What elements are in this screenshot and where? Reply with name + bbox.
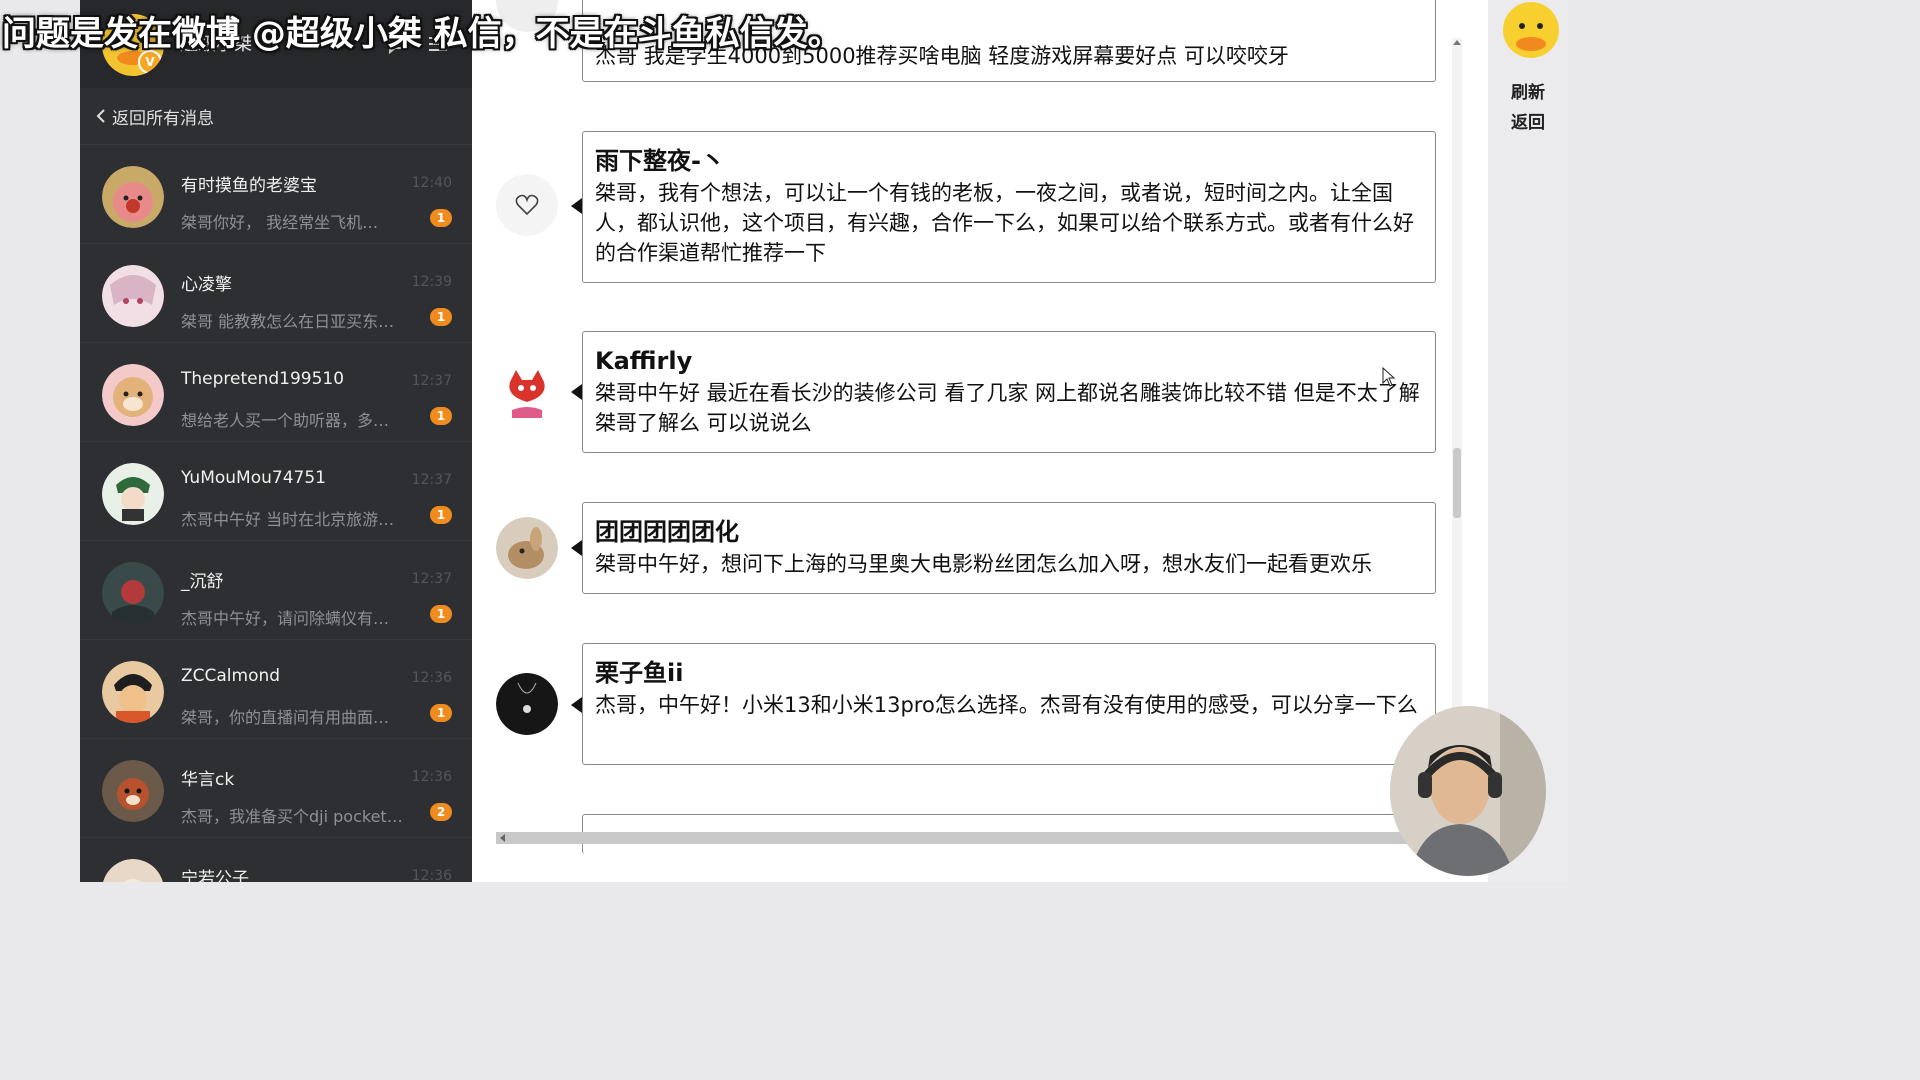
conversation-time: 12:40 xyxy=(411,175,452,191)
message-bubble: Kaffirly 桀哥中午好 最近在看长沙的装修公司 看了几家 网上都说名雕装饰… xyxy=(571,331,1436,453)
sender-avatar xyxy=(496,174,558,236)
conversation-item[interactable]: ZCCalmond 12:36 桀哥，你的直播间有用曲面… 1 xyxy=(80,640,472,739)
user-avatar xyxy=(102,265,164,327)
conversation-sidebar: V 超级小桀 返回所有消息 有时摸鱼的老婆宝 12:40 桀哥你好， 我经常坐飞… xyxy=(80,0,472,882)
sender-avatar xyxy=(496,517,558,579)
conversation-item[interactable]: 华言ck 12:36 杰哥，我准备买个dji pocket… 2 xyxy=(80,739,472,838)
return-button[interactable]: 返回 xyxy=(1488,108,1568,133)
unread-badge: 1 xyxy=(430,209,452,227)
duck-logo-icon xyxy=(1503,2,1559,58)
streamer-video-image xyxy=(1390,706,1546,876)
conversation-preview: 桀哥，你的直播间有用曲面… xyxy=(181,708,390,727)
message-text: 杰哥，中午好！小米13和小米13pro怎么选择。杰哥有没有使用的感受，可以分享一… xyxy=(595,693,1418,717)
conversation-time: 12:39 xyxy=(411,274,452,290)
conversation-preview: 桀哥你好， 我经常坐飞机… xyxy=(181,213,379,232)
conversation-name: 有时摸鱼的老婆宝 xyxy=(181,176,317,196)
conversation-time: 12:36 xyxy=(411,670,452,686)
scroll-up-arrow-icon[interactable] xyxy=(1453,40,1461,45)
back-label: 返回所有消息 xyxy=(112,108,214,129)
conversation-name: 心凌擎 xyxy=(181,275,232,295)
unread-badge: 2 xyxy=(430,803,452,821)
unread-badge: 1 xyxy=(430,407,452,425)
conversation-preview: 杰哥中午好 当时在北京旅游… xyxy=(181,510,395,529)
conversation-time: 12:36 xyxy=(411,769,452,785)
bubble-pointer xyxy=(571,697,582,713)
conversation-time: 12:37 xyxy=(411,571,452,587)
message-text: 桀哥中午好，想问下上海的马里奥大电影粉丝团怎么加入呀，想水友们一起看更欢乐 xyxy=(595,552,1372,576)
scroll-thumb[interactable] xyxy=(1453,448,1461,518)
user-avatar xyxy=(102,661,164,723)
unread-badge: 1 xyxy=(430,605,452,623)
message-sender[interactable]: 团团团团团化 xyxy=(595,515,1423,549)
conversation-list: 有时摸鱼的老婆宝 12:40 桀哥你好， 我经常坐飞机… 1 心凌擎 12:39… xyxy=(80,145,472,882)
conversation-name: 宁若公子 xyxy=(181,869,249,882)
user-avatar xyxy=(102,166,164,228)
message-text: 桀哥，我有个想法，可以让一个有钱的老板，一夜之间，或者说，短时间之内。让全国人，… xyxy=(595,181,1414,265)
conversation-preview: 桀哥 能教教怎么在日亚买东… xyxy=(181,312,395,331)
streamer-webcam xyxy=(1390,706,1546,876)
message-sender[interactable]: 栗子鱼ii xyxy=(595,656,1423,690)
message-sender[interactable]: Kaffirly xyxy=(595,344,1423,378)
bubble-pointer xyxy=(571,540,582,556)
sender-avatar xyxy=(496,362,558,424)
refresh-button[interactable]: 刷新 xyxy=(1488,78,1568,103)
conversation-name: Thepretend199510 xyxy=(181,369,345,389)
user-avatar xyxy=(102,859,164,882)
user-avatar xyxy=(102,562,164,624)
conversation-item[interactable]: Thepretend199510 12:37 想给老人买一个助听器，多… 1 xyxy=(80,343,472,442)
conversation-name: ZCCalmond xyxy=(181,666,281,686)
conversation-item[interactable]: 宁若公子 12:36 xyxy=(80,838,472,882)
unread-badge: 1 xyxy=(430,506,452,524)
chevron-left-icon xyxy=(96,109,105,123)
conversation-preview: 杰哥中午好，请问除螨仪有… xyxy=(181,609,390,628)
user-avatar xyxy=(102,364,164,426)
conversation-name: 华言ck xyxy=(181,770,235,790)
message-sender[interactable]: 雨下整夜-丶 xyxy=(595,144,1423,178)
conversation-preview: 想给老人买一个助听器，多… xyxy=(181,411,390,430)
mouse-cursor-icon xyxy=(1382,367,1396,387)
bubble-pointer xyxy=(571,384,582,400)
message-panel: 杰哥 我是学生4000到5000推荐买啥电脑 轻度游戏屏幕要好点 可以咬咬牙 雨… xyxy=(472,0,1488,882)
user-avatar xyxy=(102,463,164,525)
conversation-item[interactable]: YuMouMou74751 12:37 杰哥中午好 当时在北京旅游… 1 xyxy=(80,442,472,541)
conversation-time: 12:37 xyxy=(411,373,452,389)
conversation-item[interactable]: 心凌擎 12:39 桀哥 能教教怎么在日亚买东… 1 xyxy=(80,244,472,343)
sender-avatar xyxy=(496,673,558,735)
conversation-time: 12:37 xyxy=(411,472,452,488)
message-bubble: 栗子鱼ii 杰哥，中午好！小米13和小米13pro怎么选择。杰哥有没有使用的感受… xyxy=(571,643,1436,765)
unread-badge: 1 xyxy=(430,704,452,722)
horizontal-scrollbar[interactable] xyxy=(496,832,1436,844)
back-to-all-messages[interactable]: 返回所有消息 xyxy=(80,88,472,145)
conversation-item[interactable]: _沉舒 12:37 杰哥中午好，请问除螨仪有… 1 xyxy=(80,541,472,640)
message-text: 桀哥中午好 最近在看长沙的装修公司 看了几家 网上都说名雕装饰比较不错 但是不太… xyxy=(595,381,1420,435)
video-caption-overlay: 问题是发在微博 @超级小桀 私信，不是在斗鱼私信发。 xyxy=(2,14,842,54)
conversation-name: _沉舒 xyxy=(181,572,224,592)
conversation-time: 12:36 xyxy=(411,868,452,882)
user-avatar xyxy=(102,760,164,822)
message-bubble: 团团团团团化 桀哥中午好，想问下上海的马里奥大电影粉丝团怎么加入呀，想水友们一起… xyxy=(571,502,1436,594)
bubble-pointer xyxy=(571,198,582,214)
scroll-left-arrow-icon[interactable] xyxy=(500,834,505,842)
conversation-name: YuMouMou74751 xyxy=(181,468,326,488)
unread-badge: 1 xyxy=(430,308,452,326)
message-bubble: 雨下整夜-丶 桀哥，我有个想法，可以让一个有钱的老板，一夜之间，或者说，短时间之… xyxy=(571,131,1436,283)
conversation-preview: 杰哥，我准备买个dji pocket… xyxy=(181,807,403,826)
conversation-item[interactable]: 有时摸鱼的老婆宝 12:40 桀哥你好， 我经常坐飞机… 1 xyxy=(80,145,472,244)
